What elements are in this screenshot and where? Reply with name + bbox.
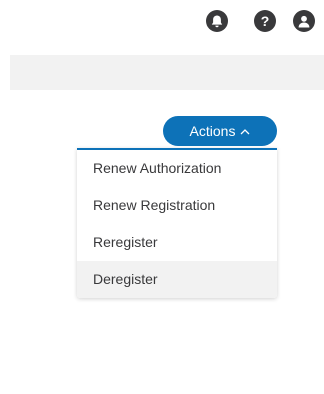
menu-item-renew-registration[interactable]: Renew Registration [77, 187, 277, 224]
actions-button-label: Actions [189, 123, 236, 139]
help-icon[interactable]: ? [254, 10, 276, 32]
toolbar-strip [10, 55, 324, 90]
actions-button[interactable]: Actions [163, 116, 277, 146]
menu-item-renew-authorization[interactable]: Renew Authorization [77, 150, 277, 187]
bell-glyph [211, 15, 223, 27]
menu-item-deregister[interactable]: Deregister [77, 261, 277, 298]
notification-bell-icon[interactable] [206, 10, 228, 32]
user-glyph [298, 15, 310, 27]
actions-dropdown-menu: Renew Authorization Renew Registration R… [77, 148, 277, 298]
user-profile-icon[interactable] [293, 10, 315, 32]
menu-item-reregister[interactable]: Reregister [77, 224, 277, 261]
page: ? Actions Renew Authorization Renew Regi… [0, 0, 324, 394]
chevron-up-icon [240, 129, 250, 135]
help-glyph: ? [260, 13, 270, 29]
